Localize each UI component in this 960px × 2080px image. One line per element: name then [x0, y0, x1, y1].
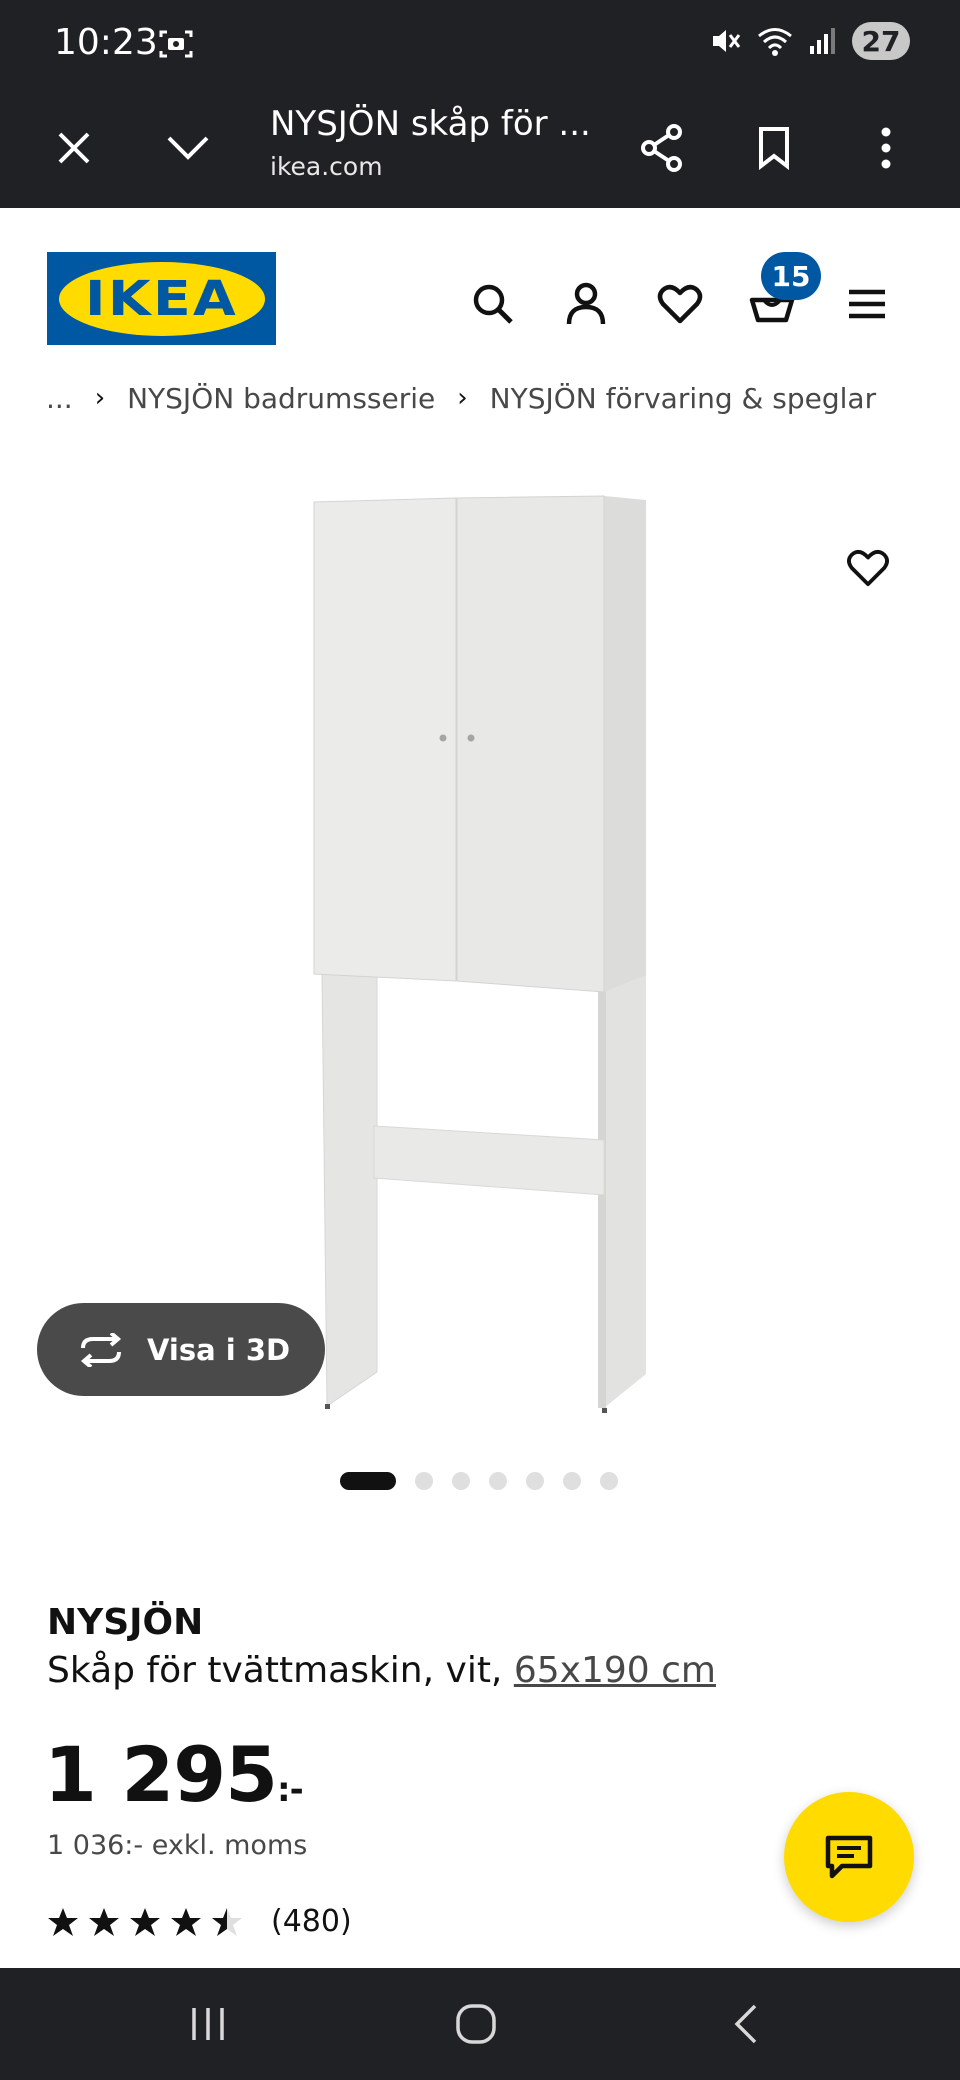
star-icon — [171, 1907, 201, 1936]
rating-stars — [47, 1906, 243, 1938]
recent-apps-icon[interactable] — [178, 1996, 238, 2052]
menu-icon[interactable] — [839, 276, 895, 332]
chevron-right-icon: › — [457, 383, 468, 413]
image-carousel-indicator — [340, 1470, 618, 1492]
review-count: (480) — [271, 1904, 352, 1939]
more-options-icon[interactable] — [858, 120, 914, 176]
product-description-text: Skåp för tvättmaskin, vit, — [47, 1650, 514, 1691]
product-name: NYSJÖN — [47, 1602, 204, 1643]
carousel-dot[interactable] — [452, 1472, 470, 1490]
browser-toolbar: NYSJÖN skåp för ... ikea.com — [0, 90, 960, 208]
ikea-logo[interactable]: IKEA — [47, 252, 276, 345]
carousel-dot[interactable] — [563, 1472, 581, 1490]
breadcrumb: ... › NYSJÖN badrumsserie › NYSJÖN förva… — [46, 376, 926, 420]
heart-icon — [847, 550, 889, 587]
status-time: 10:23 — [54, 22, 158, 63]
battery-indicator: 27 — [852, 22, 910, 60]
view-in-3d-label: Visa i 3D — [147, 1332, 291, 1367]
half-star-icon — [212, 1907, 242, 1936]
cart-count-badge: 15 — [761, 252, 821, 300]
close-icon[interactable] — [46, 120, 102, 176]
product-description: Skåp för tvättmaskin, vit, 65x190 cm — [47, 1650, 716, 1691]
chat-icon — [825, 1835, 873, 1879]
signal-icon — [810, 28, 835, 54]
wifi-icon — [758, 28, 792, 56]
mute-icon — [713, 30, 741, 52]
home-icon[interactable] — [446, 1996, 506, 2052]
chat-button[interactable] — [784, 1792, 914, 1922]
search-icon[interactable] — [465, 276, 521, 332]
account-icon[interactable] — [558, 276, 614, 332]
carousel-dot[interactable] — [415, 1472, 433, 1490]
view-in-3d-button[interactable]: Visa i 3D — [37, 1303, 325, 1396]
favorites-icon[interactable] — [652, 276, 708, 332]
price-value: 1 295 — [44, 1730, 278, 1819]
chevron-right-icon: › — [94, 383, 106, 413]
product-size-link[interactable]: 65x190 cm — [514, 1650, 716, 1691]
page-title[interactable]: NYSJÖN skåp för ... — [270, 104, 591, 144]
product-rating[interactable]: (480) — [47, 1904, 352, 1939]
breadcrumb-ellipsis[interactable]: ... — [46, 382, 73, 415]
product-price: 1 295:- — [44, 1730, 304, 1819]
logo-text: IKEA — [85, 270, 238, 327]
page-url[interactable]: ikea.com — [270, 152, 383, 181]
status-bar: 10:23 27 — [0, 0, 960, 90]
carousel-dot[interactable] — [526, 1472, 544, 1490]
add-to-favorites-button[interactable] — [838, 538, 898, 598]
chevron-down-icon[interactable] — [160, 120, 216, 176]
breadcrumb-item[interactable]: NYSJÖN badrumsserie — [127, 382, 435, 415]
price-excl-vat: 1 036:- exkl. moms — [47, 1830, 308, 1861]
logo-oval: IKEA — [58, 261, 265, 336]
rotate-3d-icon — [80, 1332, 122, 1367]
carousel-dot-active[interactable] — [340, 1472, 396, 1490]
carousel-dot[interactable] — [489, 1472, 507, 1490]
product-image[interactable] — [0, 440, 960, 1440]
bookmark-icon[interactable] — [746, 120, 802, 176]
share-icon[interactable] — [634, 120, 690, 176]
breadcrumb-item[interactable]: NYSJÖN förvaring & speglar — [490, 382, 876, 415]
price-suffix: :- — [276, 1770, 304, 1810]
screen-record-icon — [159, 30, 193, 58]
star-icon — [48, 1907, 78, 1936]
star-icon — [89, 1907, 119, 1936]
back-icon[interactable] — [716, 1996, 776, 2052]
carousel-dot[interactable] — [600, 1472, 618, 1490]
star-icon — [130, 1907, 160, 1936]
system-navigation-bar — [0, 1968, 960, 2080]
